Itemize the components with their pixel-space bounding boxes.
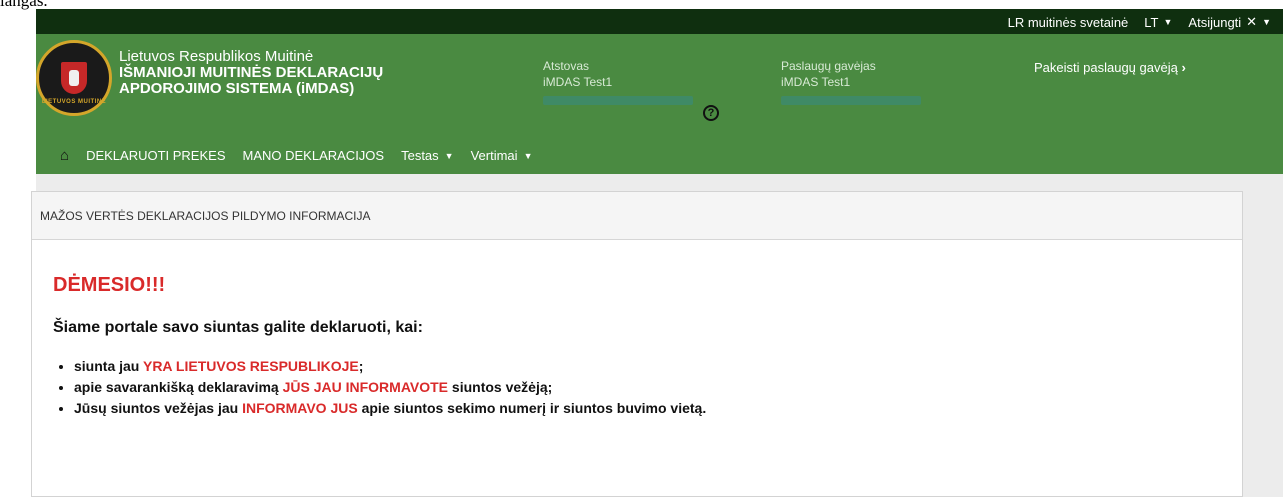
logout-label: Atsijungti (1188, 14, 1242, 30)
recipient-bar (781, 96, 921, 105)
top-utility-bar: LR muitinės svetainė LT ▼ Atsijungti ✕ ▼ (36, 9, 1283, 34)
title-line-3: APDOROJIMO SISTEMA (iMDAS) (119, 80, 355, 97)
list-item-text: ; (358, 358, 364, 374)
list-item: apie savarankišką deklaravimą JŪS JAU IN… (74, 379, 1221, 395)
menu-item-test-label: Testas (401, 148, 439, 163)
shield-icon (61, 62, 87, 94)
conditions-list: siunta jau YRA LIETUVOS RESPUBLIKOJE; ap… (53, 358, 1221, 416)
list-item-text: apie siuntos sekimo numerį ir siuntos bu… (357, 400, 707, 416)
menu-item-my-declarations-label: MANO DEKLARACIJOS (242, 148, 385, 163)
caret-down-icon: ▼ (1163, 17, 1173, 27)
recipient-block: Paslaugų gavėjas iMDAS Test1 (781, 58, 921, 105)
main-menu: ⌂ DEKLARUOTI PREKES MANO DEKLARACIJOS Te… (60, 147, 532, 164)
customs-site-link-label: LR muitinės svetainė (1007, 14, 1129, 30)
list-item-text: Jūsų siuntos vežėjas jau (74, 400, 243, 416)
list-item: siunta jau YRA LIETUVOS RESPUBLIKOJE; (74, 358, 1221, 374)
menu-item-my-declarations[interactable]: MANO DEKLARACIJOS (243, 148, 385, 163)
list-item-text: siuntos vežėją; (448, 379, 553, 395)
panel-title: MAŽOS VERTĖS DEKLARACIJOS PILDYMO INFORM… (40, 208, 371, 223)
help-circle-icon[interactable]: ? (703, 105, 719, 121)
menu-item-translations[interactable]: Vertimai ▼ (471, 148, 533, 163)
list-item-text: apie savarankišką deklaravimą (74, 379, 283, 395)
home-icon[interactable]: ⌂ (60, 147, 69, 164)
change-recipient-label: Pakeisti paslaugų gavėją (1034, 60, 1178, 75)
top-utility-nav: LR muitinės svetainė LT ▼ Atsijungti ✕ ▼ (1008, 14, 1271, 30)
knight-icon (69, 70, 79, 86)
menu-item-test[interactable]: Testas ▼ (401, 148, 454, 163)
site-header: LIETUVOS MUITINĖ Lietuvos Respublikos Mu… (36, 34, 1283, 174)
representative-block: Atstovas iMDAS Test1 (543, 58, 693, 105)
representative-value: iMDAS Test1 (543, 75, 613, 89)
list-item-highlight: JŪS JAU INFORMAVOTE (282, 379, 449, 395)
list-item-highlight: YRA LIETUVOS RESPUBLIKOJE (142, 358, 359, 374)
menu-item-translations-label: Vertimai (470, 148, 518, 163)
representative-label: Atstovas (543, 59, 590, 73)
caret-down-icon: ▼ (1262, 17, 1271, 27)
list-item-text: siunta jau (74, 358, 143, 374)
chevron-right-icon: › (1181, 60, 1186, 75)
warning-heading: DĖMESIO!!! (53, 274, 166, 296)
lead-text: Šiame portale savo siuntas galite deklar… (53, 319, 423, 336)
representative-bar (543, 96, 693, 105)
title-line-1: Lietuvos Respublikos Muitinė (119, 48, 314, 65)
menu-item-declare[interactable]: DEKLARUOTI PREKES (86, 148, 225, 163)
language-selector[interactable]: LT ▼ (1144, 15, 1172, 30)
customs-site-link[interactable]: LR muitinės svetainė (1008, 15, 1129, 30)
change-recipient-link[interactable]: Pakeisti paslaugų gavėją › (1034, 60, 1186, 75)
page-fragment-text: langas. (0, 0, 48, 10)
title-line-2: IŠMANIOJI MUITINĖS DEKLARACIJŲ (119, 64, 384, 81)
close-icon: ✕ (1246, 14, 1258, 29)
panel-header: MAŽOS VERTĖS DEKLARACIJOS PILDYMO INFORM… (32, 192, 1242, 240)
list-item: Jūsų siuntos vežėjas jau INFORMAVO JUS a… (74, 400, 1221, 416)
info-panel: MAŽOS VERTĖS DEKLARACIJOS PILDYMO INFORM… (31, 191, 1243, 497)
language-label: LT (1144, 14, 1159, 30)
recipient-label: Paslaugų gavėjas (781, 59, 876, 73)
panel-body: DĖMESIO!!! Šiame portale savo siuntas ga… (32, 240, 1242, 416)
customs-logo[interactable]: LIETUVOS MUITINĖ (36, 40, 112, 116)
system-title: Lietuvos Respublikos Muitinė IŠMANIOJI M… (119, 49, 383, 97)
caret-down-icon: ▼ (444, 150, 454, 161)
list-item-highlight: INFORMAVO JUS (242, 400, 358, 416)
logo-ring-text: LIETUVOS MUITINĖ (41, 99, 107, 105)
logout-button[interactable]: Atsijungti ✕ ▼ (1188, 14, 1271, 30)
caret-down-icon: ▼ (523, 150, 533, 161)
recipient-value: iMDAS Test1 (781, 75, 851, 89)
menu-item-declare-label: DEKLARUOTI PREKES (86, 148, 226, 163)
